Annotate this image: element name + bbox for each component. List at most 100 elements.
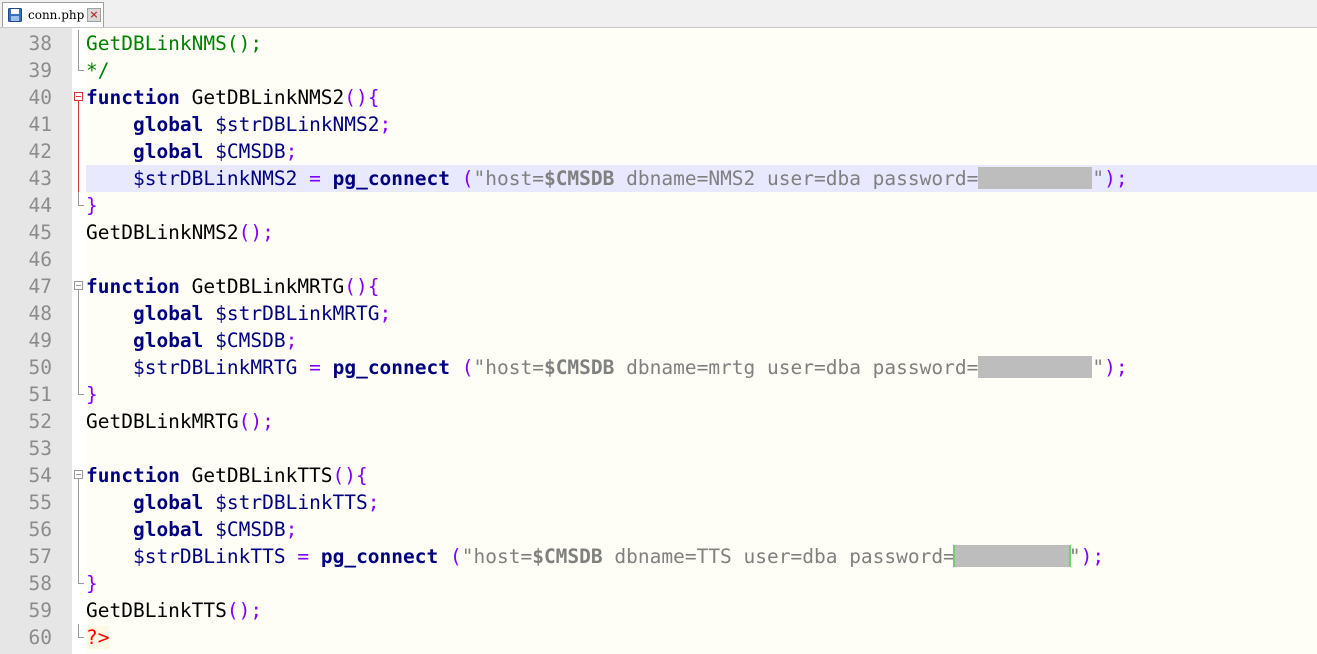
code-token: ; — [367, 491, 380, 514]
fold-marker — [72, 624, 86, 651]
line-number: 52 — [28, 410, 52, 433]
code-token: GetDBLinkMRTG — [86, 410, 239, 433]
fold-marker — [72, 138, 86, 165]
fold-marker — [72, 543, 86, 570]
code-line[interactable]: 38 GetDBLinkNMS(); — [0, 30, 1317, 57]
code-line[interactable]: 51} — [0, 381, 1317, 408]
code-line[interactable]: 52 GetDBLinkMRTG(); — [0, 408, 1317, 435]
line-number: 41 — [28, 113, 52, 136]
code-token: GetDBLinkTTS — [86, 599, 227, 622]
collapse-icon[interactable] — [74, 92, 83, 101]
code-editor[interactable]: 38 GetDBLinkNMS(); 39 */ 40 function GetDBLin… — [0, 28, 1317, 654]
code-line[interactable]: 45 GetDBLinkNMS2(); — [0, 219, 1317, 246]
fold-marker — [72, 597, 86, 624]
code-token: = — [309, 167, 321, 190]
fold-marker — [72, 300, 86, 327]
fold-marker[interactable] — [72, 273, 86, 300]
fold-marker — [72, 516, 86, 543]
line-number: 49 — [28, 329, 52, 352]
code-text: GetDBLinkNMS(); — [86, 30, 1317, 57]
code-line[interactable]: 60 ?> — [0, 624, 1317, 651]
line-number: 55 — [28, 491, 52, 514]
code-token: GetDBLinkMRTG — [179, 275, 345, 298]
code-token: } — [86, 572, 98, 595]
code-token: */ — [86, 59, 110, 82]
code-token: $strDBLinkTTS — [132, 545, 286, 568]
line-number: 43 — [28, 167, 52, 190]
line-number: 38 — [28, 32, 52, 55]
code-text: } — [86, 381, 1317, 408]
fold-marker — [72, 570, 86, 597]
code-token: ); — [1104, 167, 1128, 190]
line-number: 59 — [28, 599, 52, 622]
collapse-icon[interactable] — [74, 470, 83, 479]
line-number: 40 — [28, 86, 52, 109]
code-token: function — [86, 86, 180, 109]
tab-conn-php[interactable]: conn.php × — [2, 2, 104, 27]
code-token: $strDBLinkTTS — [203, 491, 368, 514]
code-lines: 38 GetDBLinkNMS(); 39 */ 40 function GetDBLin… — [0, 30, 1317, 651]
code-line[interactable]: 56 global $CMSDB; — [0, 516, 1317, 543]
code-token: $strDBLinkMRTG — [132, 356, 298, 379]
code-line[interactable]: 39 */ — [0, 57, 1317, 84]
code-text: global $CMSDB; — [86, 516, 1317, 543]
code-line[interactable]: 41 global $strDBLinkNMS2; — [0, 111, 1317, 138]
code-token: global — [132, 302, 204, 325]
code-line[interactable]: 55 global $strDBLinkTTS; — [0, 489, 1317, 516]
code-token: } — [86, 194, 98, 217]
code-line[interactable]: 42 global $CMSDB; — [0, 138, 1317, 165]
code-line[interactable]: 49 global $CMSDB; — [0, 327, 1317, 354]
code-text: GetDBLinkTTS(); — [86, 597, 1317, 624]
code-token: dbname=NMS2 user=dba password= — [614, 167, 979, 190]
code-token: (){ — [332, 464, 368, 487]
code-line[interactable]: 50 $strDBLinkMRTG = pg_connect ("host=$C… — [0, 354, 1317, 381]
code-line[interactable]: 53 — [0, 435, 1317, 462]
code-token: $CMSDB — [532, 545, 603, 568]
code-token: $strDBLinkNMS2 — [132, 167, 298, 190]
line-number: 57 — [28, 545, 52, 568]
redacted-password — [954, 545, 1069, 567]
code-line[interactable]: 43 $strDBLinkNMS2 = pg_connect ("host=$C… — [0, 165, 1317, 192]
code-line[interactable]: 57 $strDBLinkTTS = pg_connect ("host=$CM… — [0, 543, 1317, 570]
code-line[interactable]: 44} — [0, 192, 1317, 219]
fold-marker — [72, 435, 86, 462]
line-number: 42 — [28, 140, 52, 163]
code-line[interactable]: 59 GetDBLinkTTS(); — [0, 597, 1317, 624]
fold-marker[interactable] — [72, 462, 86, 489]
code-token: (){ — [344, 86, 380, 109]
code-token: } — [86, 383, 98, 406]
code-line[interactable]: 46 — [0, 246, 1317, 273]
code-token: = — [309, 356, 321, 379]
fold-marker[interactable] — [72, 84, 86, 111]
code-line[interactable]: 48 global $strDBLinkMRTG; — [0, 300, 1317, 327]
code-line[interactable]: 54 function GetDBLinkTTS(){ — [0, 462, 1317, 489]
code-text: ?> — [86, 624, 1317, 651]
save-icon — [8, 8, 22, 22]
line-number: 54 — [28, 464, 52, 487]
code-token: " — [1092, 356, 1105, 379]
code-token: (); — [226, 599, 263, 622]
redacted-password — [978, 167, 1093, 189]
code-token: = — [297, 545, 310, 568]
code-token: "host= — [461, 545, 533, 568]
code-token: global — [132, 518, 204, 541]
code-text: GetDBLinkNMS2(); — [86, 219, 1317, 246]
code-line[interactable]: 47 function GetDBLinkMRTG(){ — [0, 273, 1317, 300]
line-number: 46 — [28, 248, 52, 271]
fold-marker — [72, 165, 86, 192]
code-line[interactable]: 40 function GetDBLinkNMS2(){ — [0, 84, 1317, 111]
code-token: GetDBLinkNMS(); — [86, 32, 263, 55]
line-number: 56 — [28, 518, 52, 541]
close-icon[interactable]: × — [87, 8, 101, 22]
collapse-icon[interactable] — [74, 281, 83, 290]
code-token: $CMSDB — [203, 140, 286, 163]
code-token: ; — [285, 329, 298, 352]
code-text: $strDBLinkTTS = pg_connect ("host=$CMSDB… — [86, 543, 1317, 570]
code-line[interactable]: 58} — [0, 570, 1317, 597]
